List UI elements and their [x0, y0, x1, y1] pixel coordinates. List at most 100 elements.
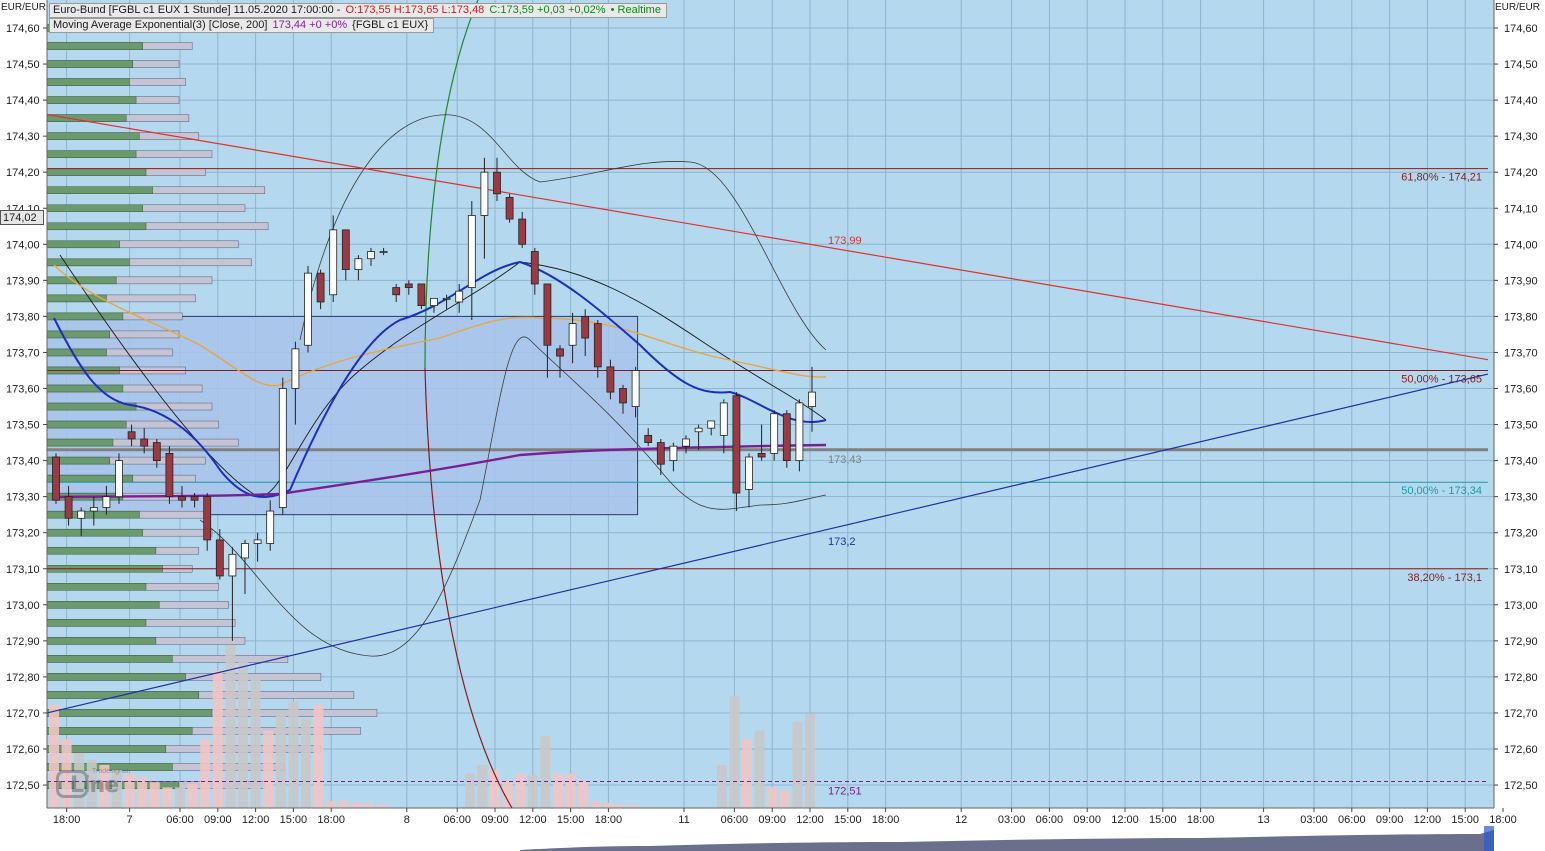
volume-profile-bar-green	[46, 510, 140, 519]
volume-profile-bar-green	[46, 186, 153, 194]
candle	[757, 452, 766, 458]
y-tick-label-left: 173,50	[6, 420, 40, 432]
volume-profile-bar-green	[46, 168, 147, 176]
volume-bar	[200, 739, 211, 808]
legend-ema-name: Moving Average Exponential(3) [Close, 20…	[53, 19, 271, 31]
candle	[404, 283, 413, 288]
current-price-tag: 174,02	[0, 210, 44, 225]
y-tick-label-left: 173,40	[6, 456, 40, 468]
y-tick-label-right: 173,50	[1504, 420, 1538, 432]
candle	[656, 442, 665, 465]
y-tick-label-right: 174,10	[1504, 203, 1538, 215]
y-tick-label-left: 173,20	[6, 528, 40, 540]
candle	[619, 388, 627, 404]
candle	[140, 438, 149, 447]
candle	[165, 452, 174, 498]
x-tick-label: 12:00	[1414, 814, 1442, 826]
price-chart[interactable]: 61,80% - 174,21 50,00% - 173,65 173,43 50,0…	[0, 0, 1545, 851]
x-tick-label: 09:00	[481, 814, 509, 826]
candle	[203, 496, 212, 541]
legend-realtime: • Realtime	[607, 4, 661, 16]
legend-ema: Moving Average Exponential(3) [Close, 20…	[49, 18, 435, 33]
y-tick-label-right: 173,60	[1504, 384, 1538, 396]
y-tick-label-right: 173,80	[1504, 311, 1538, 323]
candle	[694, 427, 703, 433]
legend-ema-symbol: {FGBL c1 EUX}	[349, 19, 429, 31]
candle	[770, 413, 779, 454]
volume-profile-bar-green	[46, 60, 134, 68]
volume-bar	[729, 696, 740, 808]
candle	[215, 539, 224, 577]
x-tick-label: 15:00	[1149, 814, 1177, 826]
candle	[266, 510, 275, 544]
candle	[505, 197, 514, 220]
x-tick-label: 18:00	[53, 814, 81, 826]
x-tick-label: 18:00	[872, 814, 900, 826]
volume-bar	[515, 773, 526, 808]
level-label: 50,00% - 173,34	[1401, 485, 1482, 497]
volume-profile-bar-green	[46, 420, 127, 429]
candle	[253, 539, 262, 544]
x-tick-label: 15:00	[557, 814, 585, 826]
volume-profile-bar-green	[46, 601, 160, 609]
x-tick-label: 13	[1257, 814, 1269, 826]
candle	[669, 445, 678, 461]
candle	[556, 348, 564, 357]
candle	[190, 496, 199, 501]
y-tick-label-left: 173,70	[6, 347, 40, 359]
y-tick-label-left: 173,30	[6, 492, 40, 504]
x-tick-label: 12	[955, 814, 967, 826]
x-tick-label: 09:00	[1073, 814, 1101, 826]
candle	[417, 283, 426, 306]
y-tick-label-left: 173,90	[6, 275, 40, 287]
y-tick-label-right: 173,70	[1504, 347, 1538, 359]
candle	[178, 496, 186, 501]
candle	[480, 171, 489, 216]
x-tick-label: 06:00	[721, 814, 749, 826]
x-tick-label: 11	[678, 814, 689, 826]
x-tick-label: 03:00	[998, 814, 1026, 826]
volume-bar	[275, 713, 286, 808]
volume-profile-bar-green	[46, 96, 137, 104]
volume-profile-bar-green	[46, 204, 143, 212]
volume-bar	[175, 787, 185, 808]
y-axis-unit-right: EUR/EUR	[1495, 2, 1540, 13]
volume-bar	[288, 701, 299, 808]
volume-bar	[187, 783, 198, 808]
x-tick-label: 18:00	[595, 814, 623, 826]
candle	[682, 438, 690, 447]
volume-bar	[238, 661, 248, 808]
x-tick-label: 06:00	[166, 814, 194, 826]
y-tick-label-left: 173,00	[6, 600, 40, 612]
volume-bar	[301, 718, 311, 808]
candle	[52, 456, 60, 501]
y-tick-label-right: 173,10	[1504, 564, 1538, 576]
x-tick-label: 18:00	[317, 814, 345, 826]
volume-bar	[376, 804, 387, 808]
candle	[77, 510, 86, 519]
legend-ohlc: Euro-Bund [FGBL c1 EUX 1 Stunde] 11.05.2…	[49, 3, 667, 18]
volume-profile-bar-green	[46, 42, 143, 50]
trendline-label-blue: 173,2	[828, 536, 856, 548]
y-tick-label-right: 174,30	[1504, 131, 1538, 143]
volume-bar	[477, 765, 488, 808]
overview-handle	[1484, 826, 1494, 851]
volume-bar	[792, 722, 803, 808]
y-tick-label-left: 172,70	[6, 708, 40, 720]
candle	[795, 402, 804, 462]
candle	[354, 258, 363, 270]
legend-ohl: O:173,55 H:173,65 L:173,48	[345, 4, 488, 16]
candle	[228, 553, 237, 577]
volume-profile-bar-green	[46, 312, 124, 321]
volume-profile-bar-green	[46, 546, 157, 555]
y-tick-label-left: 173,10	[6, 564, 40, 576]
y-tick-label-left: 172,60	[6, 744, 40, 756]
y-tick-label-left: 174,30	[6, 131, 40, 143]
volume-profile-bar-green	[46, 727, 193, 735]
x-tick-label: 7	[127, 814, 133, 826]
y-tick-label-left: 174,60	[6, 23, 40, 35]
candle	[316, 272, 325, 303]
candle	[102, 496, 111, 508]
x-tick-label: 15:00	[280, 814, 308, 826]
candle	[543, 283, 552, 346]
